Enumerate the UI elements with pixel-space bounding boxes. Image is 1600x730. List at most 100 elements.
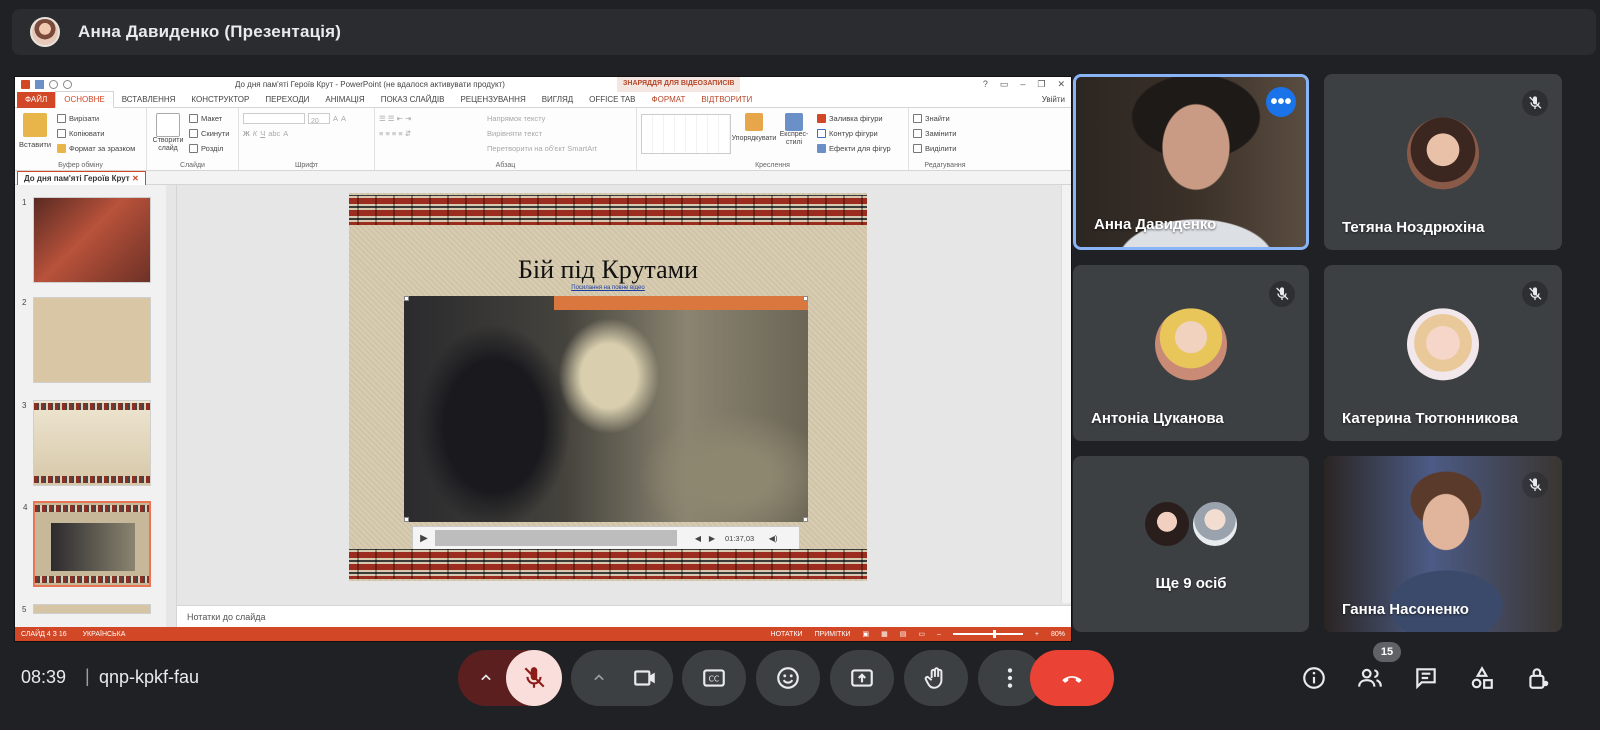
find-button: Знайти xyxy=(913,111,977,126)
leave-call-button[interactable] xyxy=(1030,650,1114,706)
slide-ornament-bottom xyxy=(349,549,867,579)
participant-count-badge: 15 xyxy=(1373,642,1401,662)
tab-review: РЕЦЕНЗУВАННЯ xyxy=(460,94,526,104)
audio-options-button[interactable] xyxy=(466,650,506,706)
present-icon xyxy=(851,669,873,687)
format-painter-button: Формат за зразком xyxy=(57,141,135,156)
paste-icon xyxy=(23,113,47,137)
slide-thumbnail: 5 xyxy=(22,604,151,614)
slideshow-view-icon: ▭ xyxy=(918,631,925,638)
align-text-button: Вирівняти текст xyxy=(487,129,542,138)
rewind-icon: ◀ xyxy=(694,533,702,543)
more-options-button[interactable]: ••• xyxy=(1266,87,1296,117)
ribbon-options-icon: ▭ xyxy=(999,79,1009,89)
grow-font-icon: A xyxy=(333,114,339,123)
arrange-icon xyxy=(745,113,763,131)
emoji-icon xyxy=(777,667,799,689)
window-controls: ? ▭ – ❐ ✕ xyxy=(983,79,1065,90)
zoom-slider xyxy=(952,630,1023,638)
video-top-strip xyxy=(554,296,808,310)
layout-icon xyxy=(189,114,198,123)
raise-hand-button[interactable] xyxy=(904,650,968,706)
clipboard-group-label: Буфер обміну xyxy=(58,162,103,169)
binoculars-icon xyxy=(913,114,922,123)
notes-pane: Нотатки до слайда xyxy=(177,605,1071,627)
participant-tile-kateryna[interactable]: Катерина Тютюнникова xyxy=(1324,265,1562,441)
language-indicator: УКРАЇНСЬКА xyxy=(82,630,126,638)
tab-animations: АНІМАЦІЯ xyxy=(325,94,365,104)
tab-close-icon: ✕ xyxy=(131,174,139,183)
section-button: Розділ xyxy=(189,141,229,156)
layout-button: Макет xyxy=(189,111,229,126)
participant-name: Катерина Тютюнникова xyxy=(1342,410,1519,427)
undo-icon xyxy=(49,80,58,89)
select-button: Виділити xyxy=(913,141,977,156)
participant-tile-tetiana[interactable]: Тетяна Ноздрюхіна xyxy=(1324,74,1562,250)
resize-handle xyxy=(803,296,808,301)
participant-tile-antonia[interactable]: Антоніа Цуканова xyxy=(1073,265,1309,441)
video-options-button[interactable] xyxy=(579,650,619,706)
participant-tile-others[interactable]: Ще 9 осіб xyxy=(1073,456,1309,632)
tab-home: ОСНОВНЕ xyxy=(55,91,114,108)
paint-bucket-icon xyxy=(817,114,826,123)
brush-icon xyxy=(57,144,66,153)
ribbon-tabs: ФАЙЛ ОСНОВНЕ ВСТАВЛЕННЯ КОНСТРУКТОР ПЕРЕ… xyxy=(15,91,1071,108)
participant-tile-anna[interactable]: ••• Анна Давиденко xyxy=(1073,74,1309,250)
video-controls: ▶ ◀ ▶ 01:37,03 ◀) xyxy=(412,526,800,550)
camera-icon xyxy=(634,670,655,686)
shapes-gallery xyxy=(641,114,731,154)
slides-group-label: Слайди xyxy=(180,162,205,169)
tab-design: КОНСТРУКТОР xyxy=(191,94,250,104)
mic-control-group xyxy=(458,650,562,706)
reset-button: Скинути xyxy=(189,126,229,141)
minimize-icon: – xyxy=(1020,79,1026,89)
captions-button[interactable]: CC xyxy=(682,650,746,706)
host-controls-button[interactable] xyxy=(1522,662,1554,694)
slide-thumbnail: 2 xyxy=(22,297,151,383)
chat-button[interactable] xyxy=(1410,662,1442,694)
paragraph-group-label: Абзац xyxy=(495,162,516,169)
tab-view: ВИГЛЯД xyxy=(541,94,574,104)
mic-toggle-button[interactable] xyxy=(506,650,562,706)
italic-icon: К xyxy=(252,129,258,138)
comments-toggle: ПРИМІТКИ xyxy=(814,630,851,638)
video-time: 01:37,03 xyxy=(725,533,755,543)
scissors-icon xyxy=(57,114,66,123)
tab-office-tab: OFFICE TAB xyxy=(589,94,636,104)
chevron-up-icon xyxy=(594,674,604,681)
shared-screen[interactable]: До дня пам'яті Героїв Крут - PowerPoint … xyxy=(14,76,1072,642)
normal-view-icon: ▣ xyxy=(862,631,870,638)
zoom-in-icon: + xyxy=(1034,630,1039,638)
play-icon: ▶ xyxy=(420,532,428,544)
quick-access-toolbar xyxy=(21,80,72,89)
editing-group-label: Редагування xyxy=(924,162,966,169)
section-icon xyxy=(189,144,198,153)
arrange-label: Упорядкувати xyxy=(731,135,777,142)
ribbon: Вставити Вирізати Копіювати Формат за зр… xyxy=(15,108,1071,171)
pen-icon xyxy=(817,129,826,138)
camera-control-group xyxy=(571,650,673,706)
camera-toggle-button[interactable] xyxy=(617,650,673,706)
cursor-icon xyxy=(913,144,922,153)
present-screen-button[interactable] xyxy=(830,650,894,706)
others-count-label: Ще 9 осіб xyxy=(1155,575,1227,592)
resize-handle xyxy=(404,296,409,301)
mic-off-icon xyxy=(524,667,545,688)
reactions-button[interactable] xyxy=(756,650,820,706)
drawing-group: Упорядкувати Експрес-стилі Заливка фігур… xyxy=(637,108,909,170)
meeting-details-button[interactable] xyxy=(1298,662,1330,694)
hand-icon xyxy=(924,667,943,689)
thumbnails-scrollbar xyxy=(166,185,176,627)
quick-styles-icon xyxy=(785,113,803,131)
clipboard-group: Вставити Вирізати Копіювати Формат за зр… xyxy=(15,108,147,170)
participant-tile-hanna[interactable]: Ганна Насоненко xyxy=(1324,456,1562,632)
people-button[interactable] xyxy=(1354,662,1386,694)
paste-label: Вставити xyxy=(18,140,52,149)
tab-insert: ВСТАВЛЕННЯ xyxy=(121,94,176,104)
activities-button[interactable] xyxy=(1466,662,1498,694)
align-icon: ≡ ≡ ≡ ≡ ⇵ xyxy=(379,129,412,138)
slide-canvas: Бій під Крутами Посилання на повне відео… xyxy=(177,185,1071,627)
bullets-icon: ☰ ☰ ⇤ ⇥ xyxy=(379,114,412,123)
participant-avatar xyxy=(1407,117,1479,190)
powerpoint-logo-icon xyxy=(21,80,30,89)
